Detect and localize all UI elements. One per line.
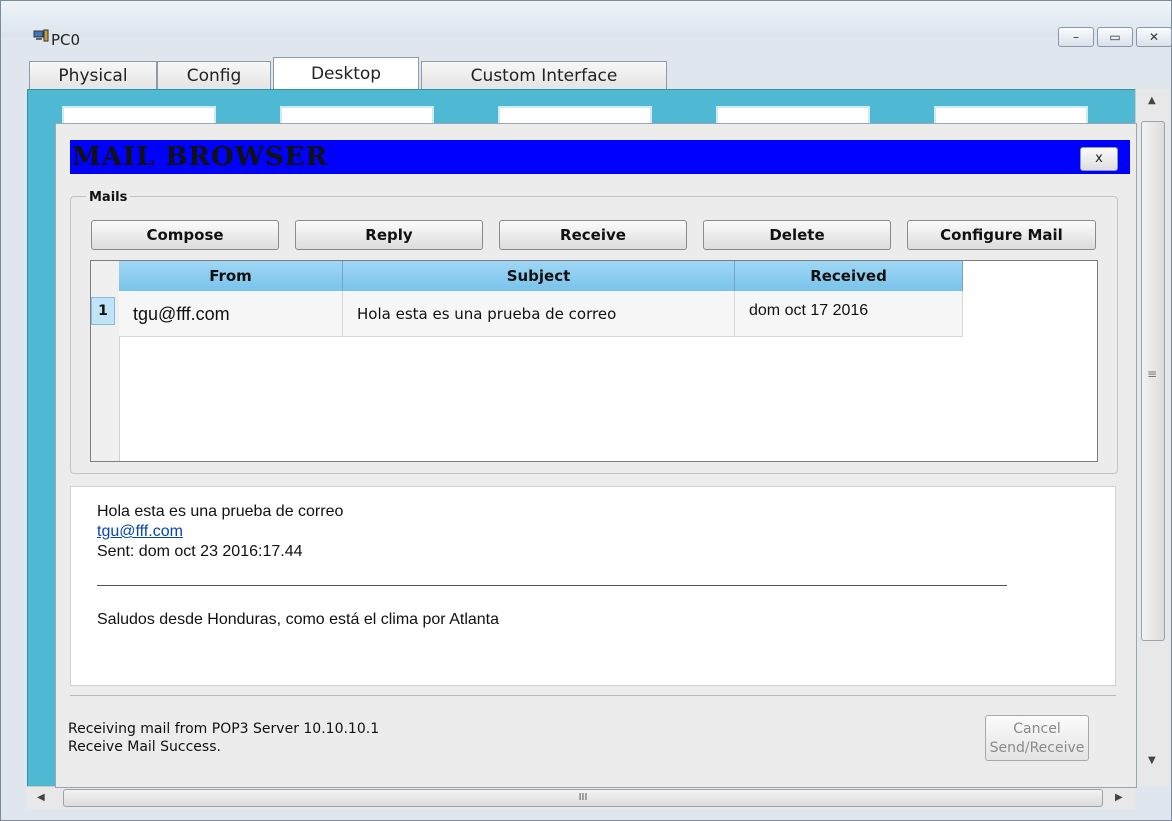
title-bar: PC0 – ▭ ✕: [1, 1, 1172, 49]
mail-browser-window: MAIL BROWSER x Mails Compose Reply Recei…: [55, 123, 1137, 788]
compose-button[interactable]: Compose: [91, 220, 279, 250]
minimize-button[interactable]: –: [1058, 27, 1094, 47]
close-icon: ✕: [1148, 30, 1160, 44]
reply-button[interactable]: Reply: [295, 220, 483, 250]
mail-browser-title: MAIL BROWSER: [72, 142, 329, 172]
status-area: Receiving mail from POP3 Server 10.10.10…: [68, 720, 379, 756]
column-header-received[interactable]: Received: [735, 261, 963, 291]
preview-sender-link[interactable]: tgu@fff.com: [97, 523, 183, 541]
mail-close-button[interactable]: x: [1080, 147, 1118, 171]
scroll-down-arrow-icon[interactable]: ▼: [1148, 755, 1156, 766]
cancel-send-receive-button[interactable]: Cancel Send/Receive: [985, 715, 1089, 761]
status-separator: [70, 695, 1116, 696]
delete-button[interactable]: Delete: [703, 220, 891, 250]
cell-subject: Hola esta es una prueba de correo: [343, 291, 735, 337]
preview-divider: [97, 585, 1007, 586]
preview-body: Saludos desde Honduras, como está el cli…: [97, 611, 500, 628]
column-header-from[interactable]: From: [119, 261, 343, 291]
status-line-success: Receive Mail Success.: [68, 739, 221, 755]
mails-group-label: Mails: [86, 190, 131, 205]
column-header-subject[interactable]: Subject: [343, 261, 735, 291]
tab-physical[interactable]: Physical: [29, 61, 157, 89]
cell-from: tgu@fff.com: [119, 291, 343, 337]
send-receive-label: Send/Receive: [989, 740, 1085, 756]
maximize-button[interactable]: ▭: [1097, 27, 1133, 47]
maximize-icon: ▭: [1109, 30, 1121, 44]
close-window-button[interactable]: ✕: [1136, 27, 1172, 47]
scroll-right-arrow-icon[interactable]: ▶: [1115, 792, 1123, 803]
preview-subject: Hola esta es una prueba de correo: [97, 503, 344, 520]
configure-mail-button[interactable]: Configure Mail: [907, 220, 1096, 250]
mail-browser-header: MAIL BROWSER x: [70, 140, 1130, 174]
horizontal-scrollbar[interactable]: ◀ III ▶: [27, 786, 1135, 809]
vertical-scrollbar[interactable]: ▲ ≡ ▼: [1135, 89, 1170, 786]
pc-icon: [33, 29, 49, 42]
status-line-receiving: Receiving mail from POP3 Server 10.10.10…: [68, 721, 380, 737]
receive-button[interactable]: Receive: [499, 220, 687, 250]
vertical-scroll-thumb[interactable]: ≡: [1141, 121, 1165, 641]
row-header-column: [91, 261, 120, 461]
horizontal-scroll-thumb[interactable]: III: [63, 789, 1103, 807]
tab-desktop[interactable]: Desktop: [273, 57, 419, 90]
preview-sent-date: Sent: dom oct 23 2016:17.44: [97, 543, 303, 560]
grip-icon: ≡: [1147, 367, 1158, 381]
application-window: PC0 – ▭ ✕ Physical Config Desktop Custom…: [0, 0, 1172, 821]
row-number: 1: [91, 297, 115, 325]
scroll-left-arrow-icon[interactable]: ◀: [37, 792, 45, 803]
scroll-up-arrow-icon[interactable]: ▲: [1148, 95, 1156, 106]
mail-table: From Subject Received 1 tgu@fff.com Hola…: [90, 260, 1098, 462]
tab-config[interactable]: Config: [157, 61, 271, 89]
minimize-icon: –: [1073, 30, 1079, 44]
tab-custom-interface[interactable]: Custom Interface: [421, 61, 667, 89]
window-title: PC0: [51, 31, 81, 49]
message-preview: Hola esta es una prueba de correo tgu@ff…: [70, 486, 1116, 686]
cell-received: dom oct 17 2016: [735, 291, 963, 337]
cancel-label: Cancel: [1013, 721, 1061, 737]
